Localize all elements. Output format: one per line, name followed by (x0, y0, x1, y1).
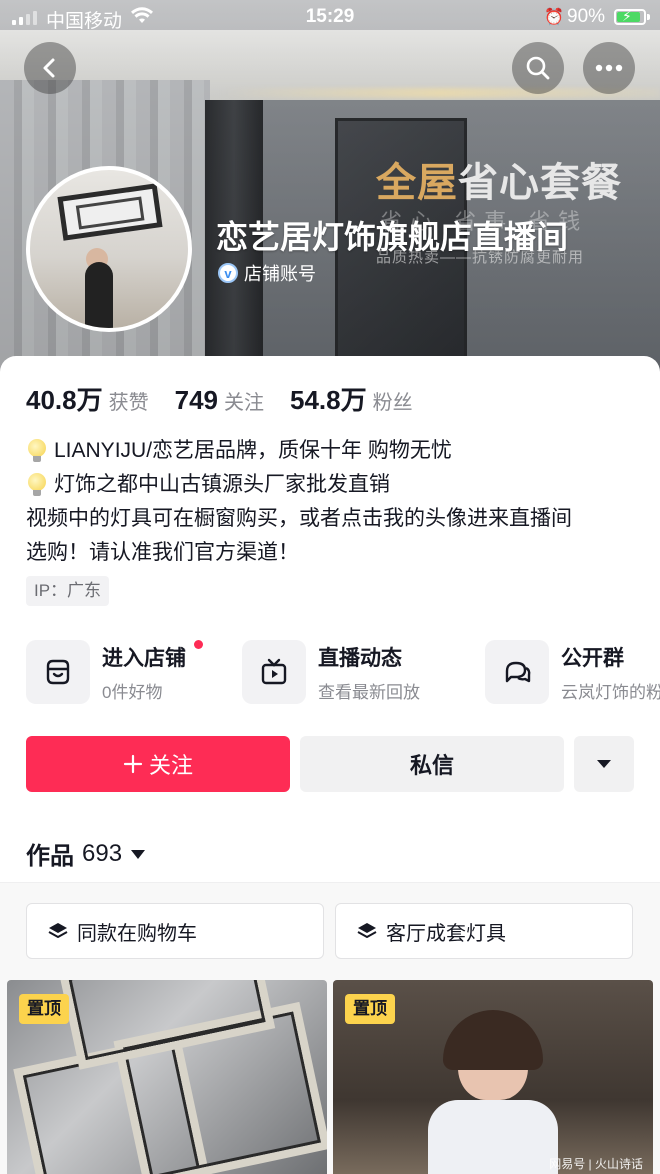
battery-cap (647, 14, 650, 20)
stat-value: 40.8万 (26, 385, 103, 415)
avatar[interactable] (26, 166, 192, 332)
battery-percent: 90% (567, 6, 606, 27)
works-tab[interactable]: 作品 693 (26, 836, 146, 871)
verified-icon: v (218, 263, 238, 283)
entry-title: 直播动态 (318, 647, 402, 670)
chevron-left-icon (43, 58, 55, 78)
promo-title-rest: 省心套餐 (458, 161, 622, 205)
promo-title: 全屋省心套餐 (376, 150, 622, 208)
light-bulb-icon (26, 472, 48, 498)
filter-chip-label: 同款在购物车 (77, 922, 197, 945)
verified-label: 店铺账号 (244, 264, 316, 284)
bio-text: 灯饰之都中山古镇源头厂家批发直销 (54, 473, 390, 496)
layers-icon (357, 923, 377, 938)
profile-screen: 全屋省心套餐 省心 省事 省钱 品质热卖——抗锈防腐更耐用 中国移动 15:29… (0, 0, 660, 1174)
bio-line: 选购！请认准我们官方渠道！ (26, 541, 299, 564)
more-dots-icon (595, 64, 623, 72)
entry-subtitle: 查看最新回放 (318, 683, 420, 702)
stat-followers[interactable]: 54.8万 粉丝 (290, 380, 413, 417)
back-button[interactable] (24, 42, 76, 94)
chat-icon (485, 640, 549, 704)
thumbnail-person-hair (443, 1010, 543, 1070)
entry-title: 公开群 (561, 647, 624, 670)
works-label: 作品 (26, 843, 74, 870)
tv-icon (242, 640, 306, 704)
entry-live-updates[interactable]: 直播动态 查看最新回放 (242, 640, 472, 706)
stat-value: 54.8万 (290, 385, 367, 415)
profile-name: 恋艺居灯饰旗舰店直播间 (216, 219, 569, 255)
stat-likes[interactable]: 40.8万 获赞 (26, 380, 149, 417)
promo-title-highlight: 全屋 (376, 161, 458, 205)
more-button[interactable] (583, 42, 635, 94)
profile-card: 40.8万 获赞 749 关注 54.8万 粉丝 LIANYIJU/恋艺居品牌，… (0, 356, 660, 1174)
follow-button[interactable]: 关注 (26, 736, 290, 792)
bio-text: LIANYIJU/恋艺居品牌，质保十年 购物无忧 (54, 439, 452, 462)
search-button[interactable] (512, 42, 564, 94)
filter-chip[interactable]: 客厅成套灯具 (335, 903, 633, 959)
entry-subtitle: 云岚灯饰的粉 (561, 683, 660, 702)
layers-icon (48, 923, 68, 938)
collection-filters: 同款在购物车 客厅成套灯具 (0, 883, 660, 983)
plus-icon (123, 754, 143, 774)
stat-label: 关注 (224, 392, 264, 414)
entry-public-group[interactable]: 公开群 云岚灯饰的粉 (485, 640, 660, 706)
stat-following[interactable]: 749 关注 (175, 385, 264, 416)
feature-entries: 进入店铺 0件好物 直播动态 查看最新回放 公开群 云岚灯饰的粉 (26, 640, 660, 706)
avatar-lamp (57, 183, 163, 241)
pinned-badge: 置顶 (345, 994, 395, 1024)
message-button[interactable]: 私信 (300, 736, 564, 792)
entry-title: 进入店铺 (102, 647, 186, 670)
verified-badge: v 店铺账号 (218, 260, 316, 286)
caret-down-icon (131, 849, 146, 859)
stats-row: 40.8万 获赞 749 关注 54.8万 粉丝 (26, 380, 439, 417)
video-thumbnail[interactable]: 置顶 网易号 | 火山诗话 (333, 980, 653, 1174)
avatar-person (85, 262, 113, 328)
stat-label: 获赞 (108, 392, 149, 414)
works-count: 693 (82, 839, 123, 867)
ip-location-tag: IP：广东 (26, 576, 110, 606)
caret-down-icon (597, 760, 611, 768)
pinned-badge: 置顶 (19, 994, 69, 1024)
alarm-icon: ⏰ (544, 9, 564, 26)
bio-line: 视频中的灯具可在橱窗购买，或者点击我的头像进来直播间 (26, 507, 572, 530)
charging-icon: ⚡ (622, 8, 632, 24)
entry-subtitle: 0件好物 (102, 683, 163, 702)
bio-line: LIANYIJU/恋艺居品牌，质保十年 购物无忧 (26, 434, 636, 468)
bio-line: 灯饰之都中山古镇源头厂家批发直销 (26, 468, 636, 502)
bio: LIANYIJU/恋艺居品牌，质保十年 购物无忧 灯饰之都中山古镇源头厂家批发直… (26, 434, 636, 570)
filter-chip[interactable]: 同款在购物车 (26, 903, 324, 959)
light-bulb-icon (26, 438, 48, 464)
search-icon (526, 56, 550, 80)
stat-value: 749 (174, 385, 218, 415)
watermark: 网易号 | 火山诗话 (549, 1157, 643, 1171)
status-bar: 中国移动 15:29 ⏰ 90% ⚡ (0, 0, 660, 34)
stat-label: 粉丝 (372, 392, 413, 414)
entry-shop[interactable]: 进入店铺 0件好物 (26, 640, 226, 706)
shop-icon (26, 640, 90, 704)
follow-label: 关注 (148, 753, 193, 778)
video-thumbnail[interactable]: 置顶 (7, 980, 327, 1174)
notification-dot (194, 640, 203, 649)
thumbnail-person-body (428, 1100, 558, 1174)
video-grid: 置顶 置顶 网易号 | 火山诗话 (0, 980, 660, 1174)
filter-chip-label: 客厅成套灯具 (386, 922, 506, 945)
more-options-button[interactable] (574, 736, 634, 792)
action-buttons: 关注 私信 (26, 736, 634, 792)
